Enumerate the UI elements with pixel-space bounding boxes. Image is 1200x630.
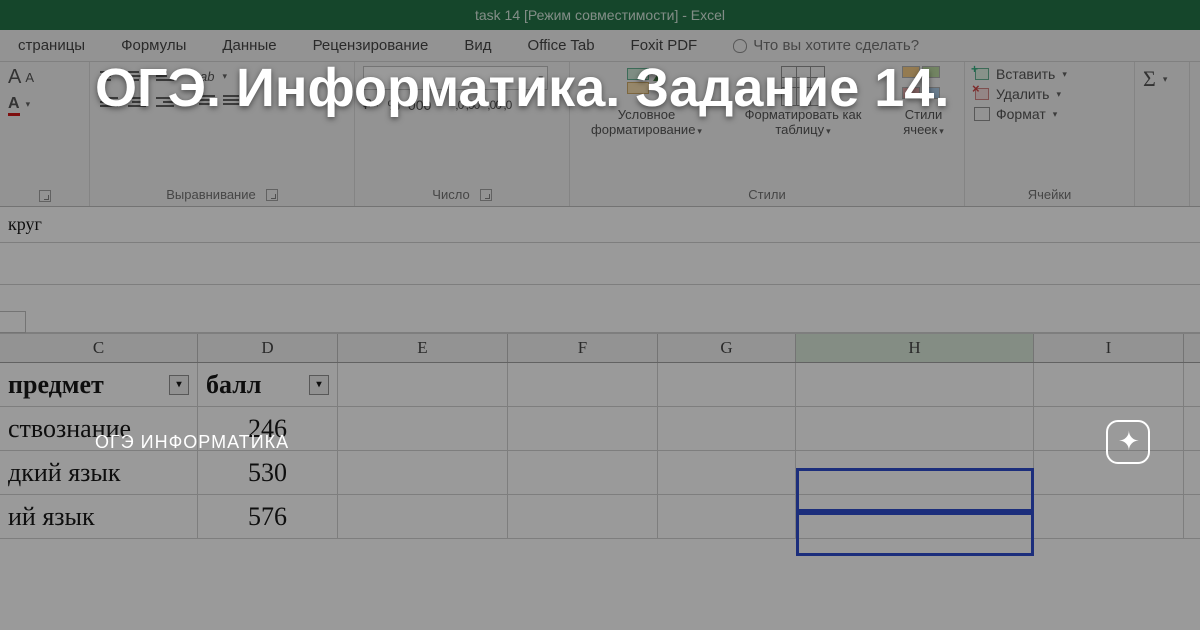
col-header-d[interactable]: D (198, 334, 338, 362)
chevron-down-icon[interactable]: ▾ (26, 99, 31, 110)
header-cell-subject[interactable]: предмет ▾ (0, 363, 198, 406)
formula-bar[interactable]: круг (0, 207, 1200, 243)
overlay-headline: ОГЭ. Информатика. Задание 14. (95, 56, 1180, 122)
header-cell-score[interactable]: балл ▾ (198, 363, 338, 406)
group-label-alignment: Выравнивание (166, 187, 255, 202)
column-headers: C D E F G H I (0, 333, 1200, 363)
col-header-h[interactable]: H (796, 334, 1034, 362)
empty-cell[interactable] (508, 407, 658, 450)
table-row: дкий язык 530 (0, 451, 1200, 495)
empty-cell[interactable] (658, 407, 796, 450)
decrease-font-icon[interactable]: A (25, 70, 34, 85)
dialog-launcher-icon[interactable] (266, 189, 278, 201)
col-header-f[interactable]: F (508, 334, 658, 362)
cell-fragment[interactable] (0, 311, 26, 333)
overlay-subtag: ОГЭ ИНФОРМАТИКА (95, 432, 289, 453)
empty-cell[interactable] (338, 407, 508, 450)
empty-cell[interactable] (658, 451, 796, 494)
table-header-row: предмет ▾ балл ▾ (0, 363, 1200, 407)
spacer-row (0, 243, 1200, 285)
font-color-button[interactable]: A (8, 95, 20, 113)
group-label-cells: Ячейки (1028, 187, 1072, 202)
zen-platform-icon[interactable] (1106, 420, 1150, 464)
data-cell[interactable]: дкий язык (0, 451, 198, 494)
lightbulb-icon (733, 39, 747, 53)
data-cell[interactable]: 576 (198, 495, 338, 538)
spacer-row-2 (0, 285, 1200, 333)
window-title: task 14 [Режим совместимости] - Excel (475, 7, 725, 23)
col-header-e[interactable]: E (338, 334, 508, 362)
col-header-g[interactable]: G (658, 334, 796, 362)
tab-page-layout[interactable]: страницы (0, 30, 103, 61)
group-font: A A A ▾ (0, 62, 90, 206)
dialog-launcher-icon[interactable] (39, 190, 51, 202)
empty-cell[interactable] (338, 451, 508, 494)
empty-cell[interactable] (508, 495, 658, 538)
col-header-c[interactable]: C (0, 334, 198, 362)
increase-font-icon[interactable]: A (8, 66, 21, 89)
group-label-number: Число (432, 187, 469, 202)
formula-bar-text: круг (8, 214, 42, 235)
group-label-styles: Стили (748, 187, 785, 202)
empty-cell[interactable] (796, 363, 1034, 406)
empty-cell[interactable] (796, 495, 1034, 538)
empty-cell[interactable] (1034, 495, 1184, 538)
empty-cell[interactable] (338, 495, 508, 538)
empty-cell[interactable] (508, 363, 658, 406)
table-row: ий язык 576 (0, 495, 1200, 539)
filter-dropdown-icon[interactable]: ▾ (169, 375, 189, 395)
data-cell[interactable]: ий язык (0, 495, 198, 538)
filter-dropdown-icon[interactable]: ▾ (309, 375, 329, 395)
empty-cell[interactable] (508, 451, 658, 494)
empty-cell[interactable] (338, 363, 508, 406)
dialog-launcher-icon[interactable] (480, 189, 492, 201)
empty-cell[interactable] (1034, 363, 1184, 406)
data-cell[interactable]: 530 (198, 451, 338, 494)
empty-cell[interactable] (658, 495, 796, 538)
col-header-i[interactable]: I (1034, 334, 1184, 362)
window-titlebar: task 14 [Режим совместимости] - Excel (0, 0, 1200, 30)
empty-cell[interactable] (796, 451, 1034, 494)
empty-cell[interactable] (658, 363, 796, 406)
empty-cell[interactable] (796, 407, 1034, 450)
